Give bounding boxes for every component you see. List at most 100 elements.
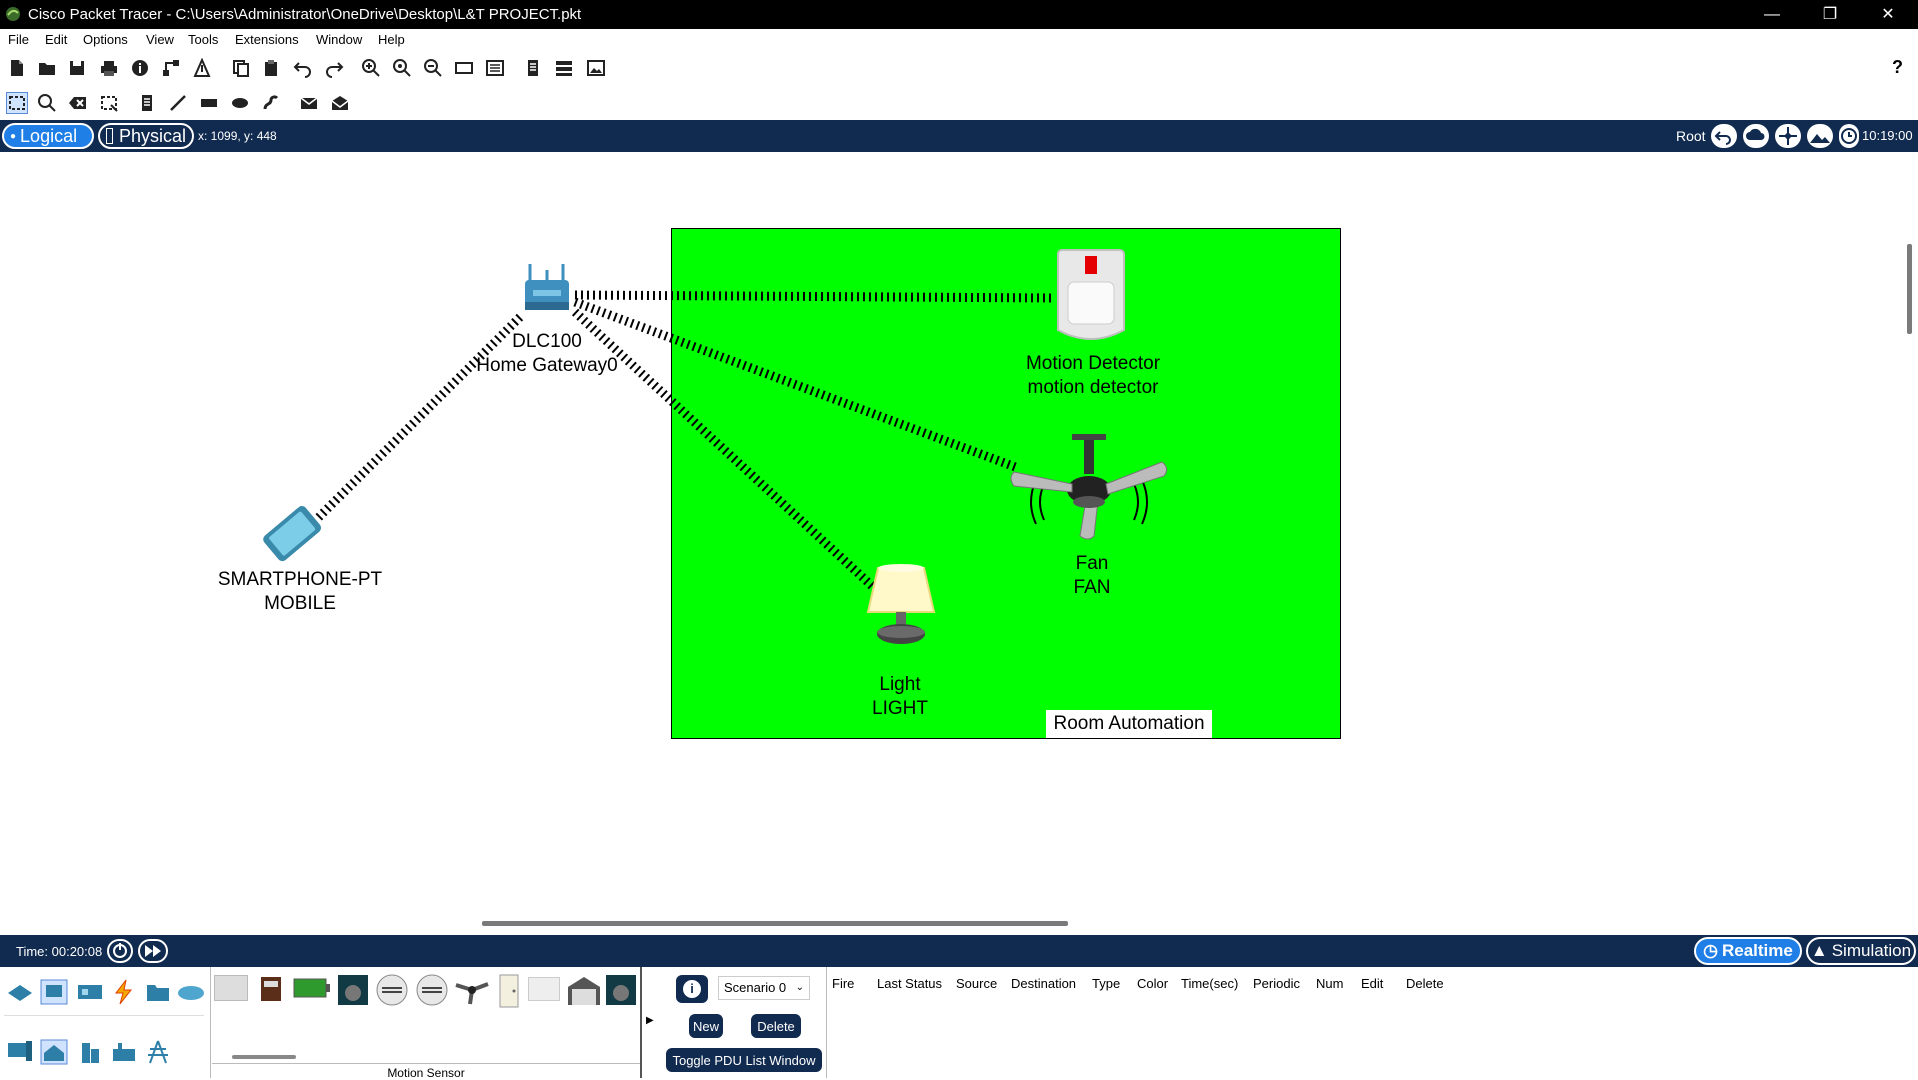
toggle-pdu-list-button[interactable]: Toggle PDU List Window (666, 1048, 822, 1072)
industrial-icon[interactable] (110, 1039, 138, 1065)
zoom-out-icon[interactable] (422, 57, 444, 79)
background-icon[interactable] (1807, 124, 1833, 148)
place-note-icon[interactable] (136, 92, 158, 114)
draw-line-icon[interactable] (167, 92, 189, 114)
activity-wizard-icon[interactable] (191, 57, 213, 79)
open-folder-icon[interactable] (36, 57, 58, 79)
scenario-info-button[interactable]: i (676, 975, 708, 1003)
palette-item-co-detector[interactable] (414, 973, 450, 1007)
close-button[interactable]: ✕ (1858, 0, 1918, 29)
menu-edit[interactable]: Edit (45, 32, 67, 47)
power-grid-icon[interactable] (144, 1039, 172, 1065)
add-simple-pdu-icon[interactable] (298, 92, 320, 114)
smart-city-icon[interactable] (76, 1039, 104, 1065)
menu-extensions[interactable]: Extensions (235, 32, 299, 47)
new-file-icon[interactable] (6, 57, 28, 79)
fast-forward-icon[interactable] (138, 939, 168, 963)
new-scenario-button[interactable]: New (689, 1014, 723, 1038)
palette-item-ceiling-fan[interactable] (454, 973, 490, 1007)
pdu-col-periodic[interactable]: Periodic (1253, 976, 1300, 991)
realtime-mode-button[interactable]: ◷ Realtime (1694, 937, 1802, 965)
restore-button[interactable]: ❐ (1800, 0, 1860, 29)
components-icon[interactable] (76, 979, 104, 1005)
horizontal-scrollbar[interactable] (482, 921, 1068, 926)
pdu-list-icon[interactable] (522, 57, 544, 79)
expand-arrow-icon[interactable]: ▶ (646, 1015, 654, 1026)
logical-tab[interactable]: ● Logical (2, 123, 94, 149)
motion-detector-icon[interactable] (1054, 246, 1128, 346)
palette-item-door[interactable] (496, 973, 522, 1009)
draw-rectangle-icon[interactable] (198, 92, 220, 114)
palette-item-battery[interactable] (292, 975, 332, 1003)
menu-file[interactable]: File (8, 32, 29, 47)
zoom-in-icon[interactable] (360, 57, 382, 79)
palette-item-coffee-maker[interactable] (256, 975, 286, 1003)
physical-tab[interactable]: Physical (98, 123, 194, 149)
drawing-palette-icon[interactable] (453, 57, 475, 79)
pdu-col-destination[interactable]: Destination (1011, 976, 1076, 991)
custom-devices-icon[interactable] (484, 57, 506, 79)
image-icon[interactable] (585, 57, 607, 79)
power-cycle-icon[interactable] (107, 939, 133, 963)
smartphone-icon[interactable] (252, 500, 332, 570)
end-devices-icon[interactable] (40, 979, 68, 1005)
pdu-col-edit[interactable]: Edit (1361, 976, 1383, 991)
fan-icon[interactable] (1006, 432, 1172, 552)
pdu-col-type[interactable]: Type (1092, 976, 1120, 991)
menu-help[interactable]: Help (378, 32, 405, 47)
scenario-select[interactable]: Scenario 0 ⌄ (718, 976, 810, 1000)
palette-item-speaker[interactable] (336, 973, 370, 1007)
print-icon[interactable] (98, 57, 120, 79)
copy-icon[interactable] (230, 57, 252, 79)
pdu-col-num[interactable]: Num (1316, 976, 1343, 991)
undo-icon[interactable] (292, 57, 314, 79)
add-complex-pdu-icon[interactable] (329, 92, 351, 114)
menu-options[interactable]: Options (83, 32, 128, 47)
vertical-scrollbar[interactable] (1907, 244, 1912, 334)
minimize-button[interactable]: — (1742, 0, 1802, 29)
cluster-icon[interactable] (553, 57, 575, 79)
back-icon[interactable] (1711, 124, 1737, 148)
resize-icon[interactable] (98, 92, 120, 114)
pdu-col-fire[interactable]: Fire (832, 976, 854, 991)
root-label[interactable]: Root (1676, 128, 1706, 144)
simulation-mode-button[interactable]: ▲ Simulation (1806, 937, 1916, 965)
zoom-reset-icon[interactable] (391, 57, 413, 79)
pdu-col-source[interactable]: Source (956, 976, 997, 991)
select-icon[interactable] (6, 92, 28, 114)
delete-scenario-button[interactable]: Delete (751, 1014, 801, 1038)
connections-icon[interactable] (110, 979, 138, 1005)
home-devices-icon[interactable] (40, 1039, 68, 1065)
network-devices-icon[interactable] (6, 979, 34, 1005)
pdu-col-delete[interactable]: Delete (1406, 976, 1444, 991)
menu-tools[interactable]: Tools (188, 32, 218, 47)
multiuser-icon[interactable] (176, 979, 206, 1005)
palette-scrollbar[interactable] (232, 1055, 296, 1059)
menu-view[interactable]: View (146, 32, 174, 47)
move-icon[interactable] (1775, 124, 1801, 148)
palette-item-garage-door[interactable] (566, 973, 602, 1007)
redo-icon[interactable] (323, 57, 345, 79)
freeform-icon[interactable] (260, 92, 282, 114)
paste-icon[interactable] (260, 57, 282, 79)
info-icon[interactable] (129, 57, 151, 79)
pdu-col-time[interactable]: Time(sec) (1181, 976, 1238, 991)
save-icon[interactable] (66, 57, 88, 79)
help-icon[interactable]: ? (1892, 57, 1903, 78)
draw-ellipse-icon[interactable] (229, 92, 251, 114)
cloud-icon[interactable] (1743, 124, 1769, 148)
pdu-col-color[interactable]: Color (1137, 976, 1168, 991)
network-wizard-icon[interactable] (160, 57, 182, 79)
palette-item-smoke-detector[interactable] (374, 973, 410, 1007)
delete-icon[interactable] (67, 92, 89, 114)
inspect-icon[interactable] (36, 92, 58, 114)
logical-workspace[interactable]: Room Automation DLC100 Home Gateway0 SMA… (0, 152, 1900, 926)
pc-icon[interactable] (6, 1039, 34, 1065)
palette-item-window[interactable] (528, 977, 560, 1001)
menu-window[interactable]: Window (316, 32, 362, 47)
palette-item-appliance[interactable] (214, 975, 248, 1001)
pdu-col-last-status[interactable]: Last Status (877, 976, 942, 991)
miscellaneous-icon[interactable] (144, 979, 172, 1005)
light-icon[interactable] (856, 562, 946, 662)
clock-icon[interactable] (1839, 124, 1859, 148)
